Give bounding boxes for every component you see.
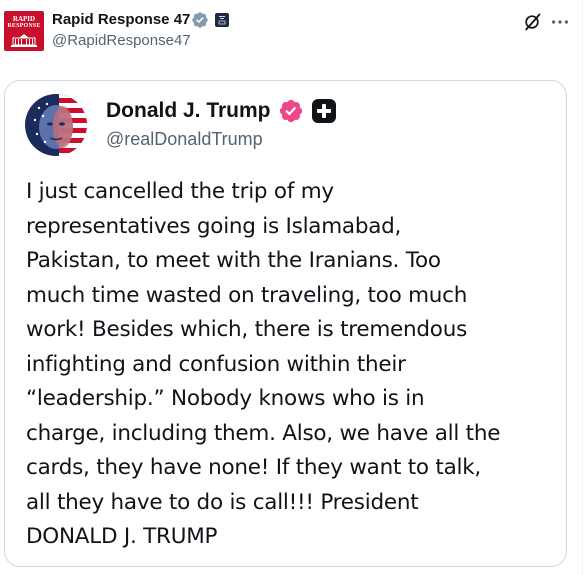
quoted-display-name[interactable]: Donald J. Trump — [106, 98, 271, 124]
affiliate-seal-icon — [218, 16, 226, 25]
post-text-line: much time wasted on traveling, too much — [26, 282, 468, 308]
plus-icon — [312, 99, 336, 123]
affiliate-badge-icon[interactable] — [215, 13, 229, 27]
quoted-post-text: I just cancelled the trip of my represen… — [26, 175, 556, 555]
post-header: RAPID RESPONSE Rapid Response 47 @RapidR… — [0, 0, 582, 60]
post-text-line: charge, including them. Also, we have al… — [26, 420, 501, 446]
more-dots-icon[interactable] — [549, 11, 571, 33]
white-house-logo-icon — [11, 34, 37, 47]
grok-icon[interactable] — [522, 12, 542, 32]
account-handle[interactable]: @RapidResponse47 — [52, 32, 191, 50]
post-text-line: all they have to do is call!!! President — [26, 489, 419, 515]
post-text-line: I just cancelled the trip of my — [26, 179, 334, 204]
post-text-line: DONALD J. TRUMP — [26, 524, 218, 549]
timeline-border — [582, 0, 583, 575]
post-text-line: representatives going is Islamabad, — [26, 213, 402, 239]
post-text-line: cards, they have none! If they want to t… — [26, 455, 482, 480]
account-display-name[interactable]: Rapid Response 47 — [52, 11, 190, 29]
quoted-handle[interactable]: @realDonaldTrump — [106, 128, 263, 150]
post-text-line: work! Besides which, there is tremendous — [26, 317, 468, 342]
logo-text-line2: RESPONSE — [7, 23, 41, 29]
flag-portrait-image — [25, 94, 87, 156]
trump-avatar[interactable] — [25, 94, 87, 156]
quoted-post-card[interactable]: Donald J. Trump @realDonaldTrump I just … — [4, 80, 567, 567]
pink-verified-badge-icon — [279, 99, 303, 123]
gray-verified-badge-icon — [192, 12, 208, 28]
post-text-line: infighting and confusion within their — [26, 351, 406, 377]
post-text-line: “leadership.” Nobody knows who is in — [26, 386, 425, 411]
post-text-line: Pakistan, to meet with the Iranians. Too — [26, 248, 441, 273]
rapid-response-avatar[interactable]: RAPID RESPONSE — [4, 11, 44, 51]
